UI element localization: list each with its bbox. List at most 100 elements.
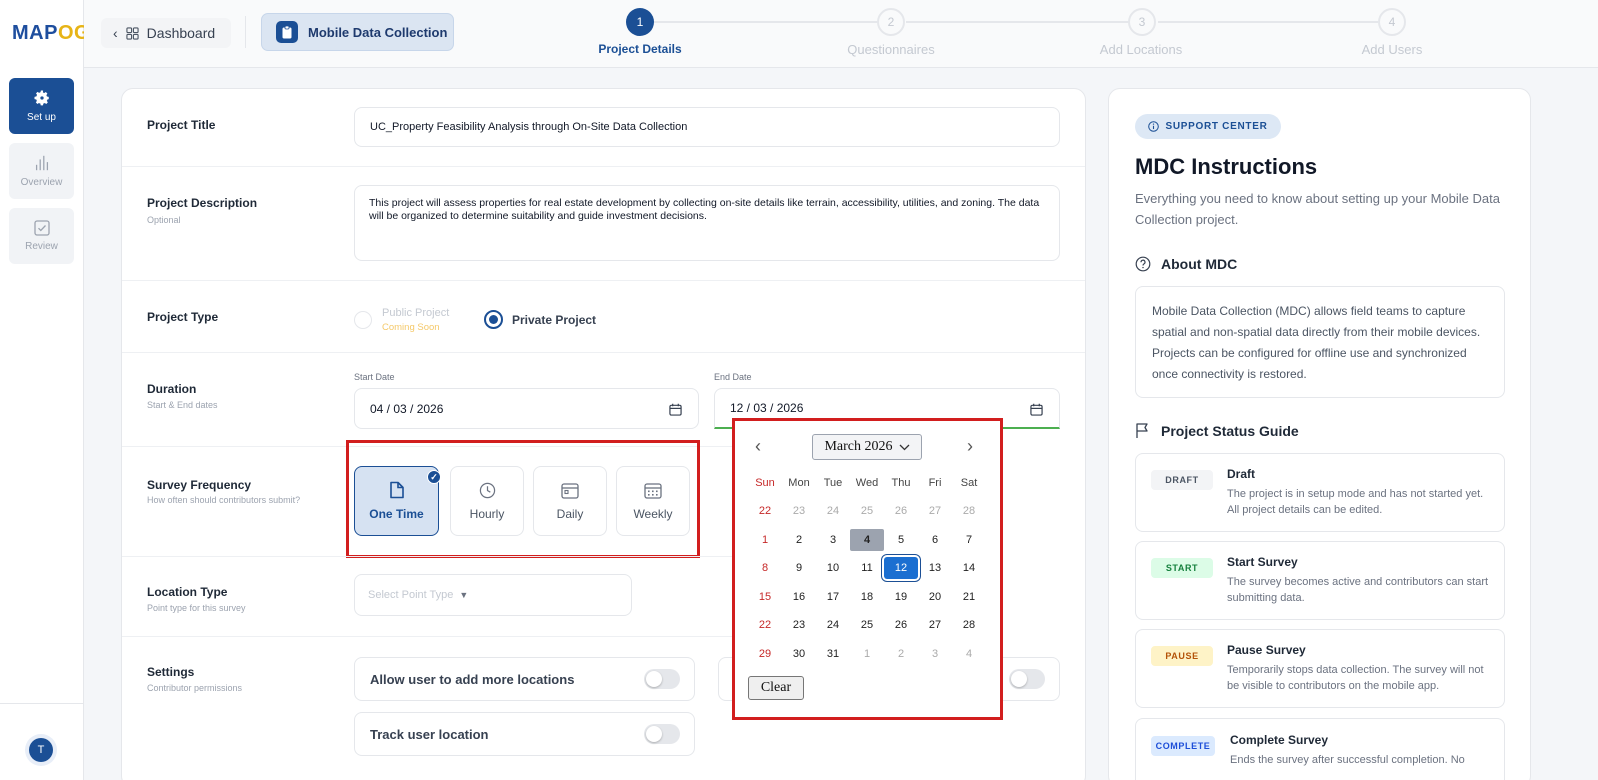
calendar-day[interactable]: 14	[952, 557, 986, 579]
step-1-label[interactable]: Project Details	[570, 42, 710, 56]
instructions-title: MDC Instructions	[1135, 154, 1318, 179]
project-chip-label: Mobile Data Collection	[308, 24, 448, 40]
clear-date-button[interactable]: Clear	[748, 676, 804, 700]
sidebar-item-review[interactable]: Review	[9, 208, 74, 264]
back-to-dashboard-button[interactable]: ‹ Dashboard	[101, 18, 231, 48]
calendar-day[interactable]: 12	[884, 557, 918, 580]
frequency-label: Hourly	[469, 506, 505, 521]
calendar-day[interactable]: 29	[748, 643, 782, 665]
calendar-day[interactable]: 19	[884, 586, 918, 608]
calendar-day[interactable]: 15	[748, 586, 782, 608]
calendar-day[interactable]: 1	[850, 643, 884, 665]
step-4-indicator[interactable]: 4	[1378, 8, 1406, 36]
calendar-day[interactable]: 23	[782, 500, 816, 522]
calendar-day[interactable]: 31	[816, 643, 850, 665]
calendar-day[interactable]: 30	[782, 643, 816, 665]
status-description: The survey becomes active and contributo…	[1227, 576, 1489, 604]
status-title: Draft	[1227, 467, 1256, 481]
step-3-indicator[interactable]: 3	[1128, 8, 1156, 36]
calendar-day[interactable]: 9	[782, 557, 816, 579]
track-user-location-setting: Track user location	[354, 712, 695, 756]
calendar-day[interactable]: 2	[782, 529, 816, 551]
frequency-option-weekly[interactable]: Weekly	[616, 466, 690, 536]
month-label: March 2026	[824, 439, 893, 454]
calendar-day[interactable]: 22	[748, 500, 782, 522]
calendar-day[interactable]: 21	[952, 586, 986, 608]
help-circle-icon	[1135, 256, 1151, 272]
step-3-label[interactable]: Add Locations	[1071, 42, 1211, 57]
calendar-day[interactable]: 26	[884, 614, 918, 636]
support-center-label: SUPPORT CENTER	[1165, 121, 1268, 132]
calendar-day[interactable]: 10	[816, 557, 850, 579]
calendar-day[interactable]: 27	[918, 500, 952, 522]
step-4-label[interactable]: Add Users	[1322, 42, 1462, 57]
calendar-day[interactable]: 13	[918, 557, 952, 579]
sidebar-item-label: Set up	[27, 112, 56, 123]
next-month-button[interactable]: ›	[967, 436, 973, 457]
row-divider	[122, 556, 732, 557]
calendar-day[interactable]: 3	[816, 529, 850, 551]
calendar-day[interactable]: 22	[748, 614, 782, 636]
calendar-day[interactable]: 23	[782, 614, 816, 636]
sidebar-item-label: Review	[25, 241, 58, 252]
start-date-input[interactable]: 04 / 03 / 2026	[354, 388, 699, 429]
sidebar-item-overview[interactable]: Overview	[9, 143, 74, 199]
coming-soon-label: Coming Soon	[382, 322, 440, 333]
sidebar-divider	[0, 703, 84, 704]
frequency-label: Daily	[556, 506, 584, 521]
calendar-day[interactable]: 24	[816, 500, 850, 522]
frequency-option-hourly[interactable]: Hourly	[450, 466, 524, 536]
sidebar-item-setup[interactable]: Set up	[9, 78, 74, 134]
calendar-day[interactable]: 28	[952, 614, 986, 636]
calendar-day[interactable]: 6	[918, 529, 952, 551]
calendar-day[interactable]: 25	[850, 500, 884, 522]
calendar-day[interactable]: 11	[850, 557, 884, 579]
clipboard-icon	[276, 21, 298, 43]
public-project-radio[interactable]	[354, 311, 372, 329]
calendar-day[interactable]: 26	[884, 500, 918, 522]
calendar-day[interactable]: 7	[952, 529, 986, 551]
mapog-logo[interactable]: MAPOG	[12, 22, 90, 45]
month-select[interactable]: March 2026	[812, 434, 922, 460]
user-avatar[interactable]: T	[29, 738, 53, 762]
calendar-day[interactable]: 25	[850, 614, 884, 636]
allow-more-locations-toggle[interactable]	[644, 669, 680, 689]
calendar-day[interactable]: 28	[952, 500, 986, 522]
point-type-select[interactable]: Select Point Type ▼	[354, 574, 632, 616]
step-2-indicator[interactable]: 2	[877, 8, 905, 36]
calendar-day[interactable]: 1	[748, 529, 782, 551]
calendar-day[interactable]: 16	[782, 586, 816, 608]
setting-label: Track user location	[370, 726, 489, 742]
project-title-input[interactable]: UC_Property Feasibility Analysis through…	[354, 107, 1060, 147]
setting-toggle[interactable]	[1009, 669, 1045, 689]
frequency-option-daily[interactable]: Daily	[533, 466, 607, 536]
stepper-line	[654, 21, 878, 23]
calendar-day[interactable]: 18	[850, 586, 884, 608]
frequency-option-one-time[interactable]: One Time ✓	[354, 466, 441, 536]
calendar-day[interactable]: 4	[850, 528, 884, 551]
weekday-header: Wed	[855, 477, 879, 489]
calendar-day[interactable]: 8	[748, 557, 782, 579]
stepper-line	[1158, 21, 1378, 23]
allow-more-locations-setting: Allow user to add more locations	[354, 657, 695, 701]
calendar-day[interactable]: 4	[952, 643, 986, 665]
calendar-day[interactable]: 5	[884, 529, 918, 551]
step-1-indicator[interactable]: 1	[626, 8, 654, 36]
survey-frequency-sub: How often should contributors submit?	[147, 495, 301, 505]
calendar-day[interactable]: 27	[918, 614, 952, 636]
calendar-day[interactable]: 20	[918, 586, 952, 608]
calendar-day[interactable]: 3	[918, 643, 952, 665]
step-2-label[interactable]: Questionnaires	[821, 42, 961, 57]
private-project-radio[interactable]	[484, 310, 503, 329]
project-description-textarea[interactable]: This project will assess properties for …	[354, 185, 1060, 261]
calendar-day[interactable]: 2	[884, 643, 918, 665]
project-type-label: Project Type	[147, 310, 219, 324]
track-user-location-toggle[interactable]	[644, 724, 680, 744]
calendar-day[interactable]: 17	[816, 586, 850, 608]
project-type-chip[interactable]: Mobile Data Collection	[261, 13, 454, 51]
status-title: Pause Survey	[1227, 643, 1306, 657]
prev-month-button[interactable]: ‹	[755, 436, 761, 457]
row-divider	[122, 166, 1085, 167]
calendar-day[interactable]: 24	[816, 614, 850, 636]
header-divider	[245, 16, 246, 48]
